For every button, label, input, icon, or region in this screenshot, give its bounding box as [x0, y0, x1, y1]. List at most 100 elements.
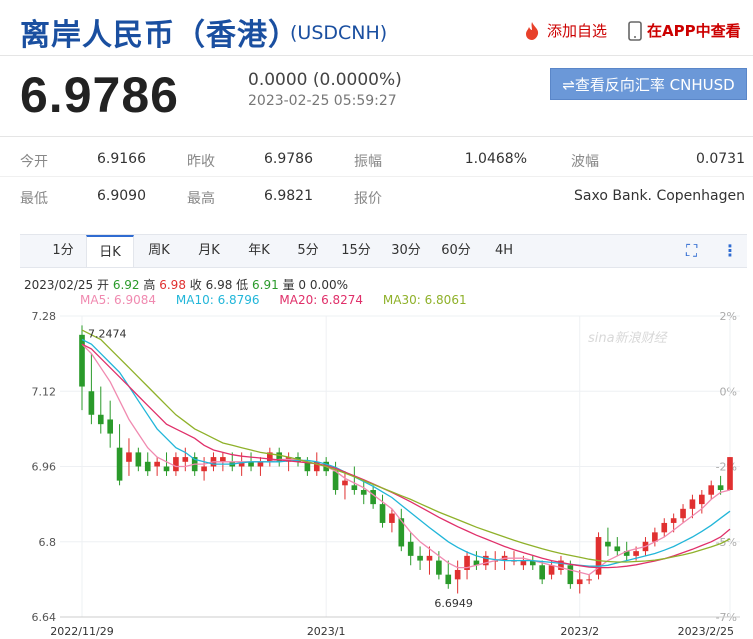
candle-body [116, 447, 123, 481]
stat-value: 0.0731 [696, 151, 745, 167]
candle-body [360, 490, 367, 495]
reverse-rate-button[interactable]: ⇌查看反向汇率 CNHUSD [550, 68, 747, 100]
stat-label: 今开 [20, 154, 48, 170]
stat-value: 6.9821 [264, 188, 313, 204]
candle-body [661, 522, 668, 533]
candle-body [79, 334, 85, 387]
more-options-icon[interactable]: ⋮ [722, 241, 738, 260]
min-label: 6.6949 [434, 597, 473, 610]
tab-yearly[interactable]: 年K [236, 235, 282, 267]
close-label: 收 [189, 278, 202, 292]
view-in-app-label: 在APP中查看 [647, 22, 741, 40]
candle-body [670, 518, 677, 523]
divider [0, 136, 753, 137]
ma5-line [81, 343, 731, 576]
candle-body [717, 485, 724, 491]
kline-chart[interactable]: 7.28 2%7.12 0%6.96 -2%6.8 -5%6.64 -7%2022/11/… [0, 304, 753, 639]
y-tick-label: 6.64 [32, 611, 57, 624]
high-value: 6.98 [159, 278, 186, 292]
candle-body [370, 490, 376, 505]
candle-body [539, 565, 545, 580]
add-favorite-button[interactable]: 添加自选 [522, 20, 607, 41]
tab-weekly[interactable]: 周K [136, 235, 182, 267]
candle-body [727, 457, 733, 491]
candle-body [154, 461, 160, 467]
candle-body [126, 452, 132, 462]
x-tick-label: 2022/11/29 [50, 625, 113, 638]
candle-body [417, 555, 423, 561]
candle-body [173, 457, 179, 472]
y-tick-right-label: 0% [720, 385, 737, 398]
max-label: 7.2474 [88, 327, 127, 340]
candle-body [182, 457, 189, 462]
candle-body [436, 560, 442, 575]
tab-monthly[interactable]: 月K [186, 235, 232, 267]
y-tick-label: 6.96 [32, 461, 57, 474]
tab-15min[interactable]: 15分 [334, 235, 378, 267]
ma10-line [81, 338, 731, 567]
candle-body [201, 466, 207, 472]
price-change: 0.0000 (0.0000%) [248, 70, 402, 90]
candle-body [567, 565, 574, 585]
x-tick-label: 2023/2 [560, 625, 599, 638]
candle-body [454, 569, 461, 580]
y-tick-right-label: 2% [720, 310, 737, 323]
view-in-app-button[interactable]: 在APP中查看 [628, 20, 741, 41]
candle-body [389, 513, 395, 523]
candle-body [426, 555, 433, 561]
y-tick-label: 6.8 [39, 536, 57, 549]
low-value: 6.91 [252, 278, 279, 292]
tab-60min[interactable]: 60分 [434, 235, 478, 267]
candle-body [605, 541, 611, 547]
tab-1min[interactable]: 1分 [40, 235, 86, 267]
low-label: 低 [236, 278, 249, 292]
stat-label: 报价 [354, 191, 382, 207]
y-tick-label: 7.28 [32, 310, 57, 323]
high-label: 高 [143, 278, 156, 292]
candle-body [586, 579, 592, 581]
candle-body [135, 452, 142, 467]
stats-row: 今开 6.9166 昨收 6.9786 振幅 1.0468% 波幅 0.0731 [0, 140, 753, 176]
tab-daily[interactable]: 日K [86, 235, 134, 267]
phone-icon [628, 20, 642, 41]
symbol-code: (USDCNH) [290, 22, 388, 44]
info-date: 2023/02/25 [24, 278, 94, 292]
flame-icon [526, 21, 539, 40]
percent-value: 0.00% [309, 278, 348, 292]
candle-body [342, 480, 348, 486]
candle-body [614, 546, 621, 552]
stat-value: 6.9786 [264, 151, 313, 167]
x-tick-label: 2023/1 [307, 625, 346, 638]
quote-source: Saxo Bank. Copenhagen [574, 188, 745, 204]
candle-body [163, 466, 170, 472]
candle-body [680, 508, 686, 519]
close-value: 6.98 [205, 278, 233, 292]
candle-body [107, 419, 113, 434]
current-price: 6.9786 [20, 67, 179, 123]
stat-label: 振幅 [354, 154, 382, 170]
candle-body [351, 485, 358, 491]
stat-value: 1.0468% [464, 151, 527, 167]
stat-value: 6.9090 [97, 188, 146, 204]
tab-30min[interactable]: 30分 [384, 235, 428, 267]
stat-label: 波幅 [571, 154, 599, 170]
stat-label: 最高 [187, 191, 215, 207]
candle-body [699, 494, 705, 505]
tab-5min[interactable]: 5分 [286, 235, 330, 267]
period-tabs: 1分 日K 周K 月K 年K 5分 15分 30分 60分 4H ⛶ ⋮ [20, 234, 747, 268]
quote-time: 2023-02-25 05:59:27 [248, 93, 397, 109]
x-tick-label: 2023/2/25 [678, 625, 734, 638]
candle-body [576, 579, 583, 585]
divider [0, 55, 753, 56]
fullscreen-icon[interactable]: ⛶ [686, 241, 697, 261]
candle-body [708, 485, 715, 495]
candle-info-line: 2023/02/25 开 6.92 高 6.98 收 6.98 低 6.91 量… [24, 276, 348, 293]
candle-body [88, 391, 95, 415]
open-value: 6.92 [112, 278, 140, 292]
volume-value: 0 [298, 278, 307, 292]
tab-4h[interactable]: 4H [484, 235, 524, 267]
candle-body [379, 504, 386, 523]
stats-row: 最低 6.9090 最高 6.9821 报价 Saxo Bank. Copenh… [0, 177, 753, 213]
candle-body [332, 471, 339, 491]
y-tick-right-label: -2% [716, 461, 737, 474]
